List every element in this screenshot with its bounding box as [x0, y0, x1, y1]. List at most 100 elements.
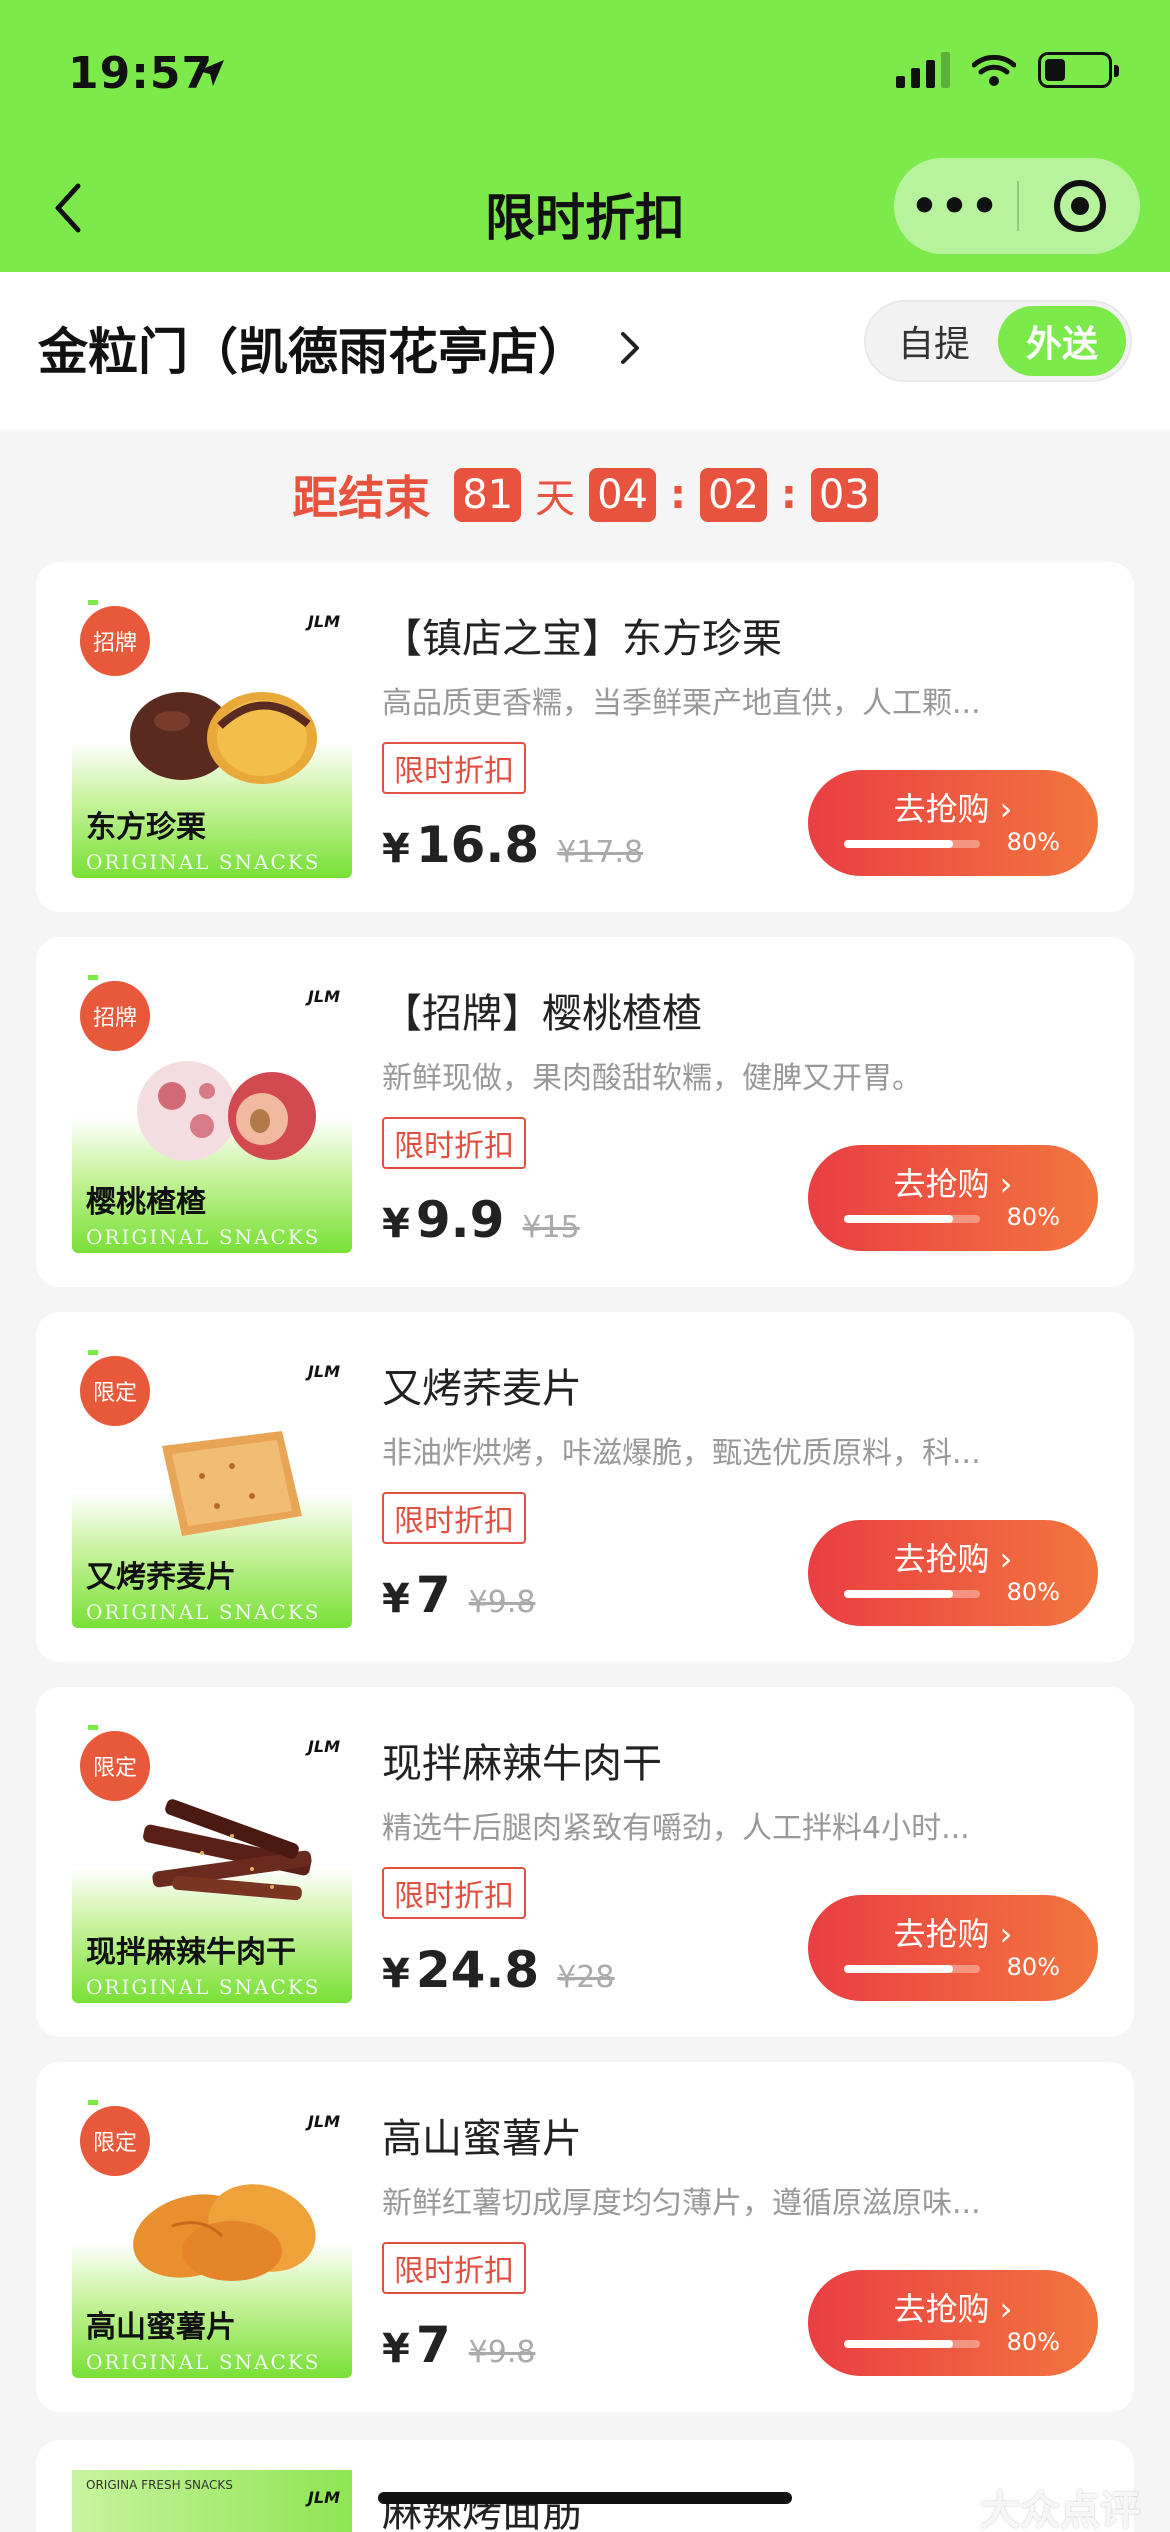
- delivery-option[interactable]: 外送: [998, 306, 1126, 376]
- buy-button-label: 去抢购 ›: [893, 1915, 1013, 1953]
- product-card[interactable]: 限定 JLM 高山蜜薯片 ORIGINAL SNACKS 高山蜜薯片 新鲜红薯切…: [36, 2062, 1134, 2412]
- countdown-separator: :: [670, 472, 686, 518]
- location-arrow-icon: [198, 60, 224, 86]
- buy-now-button[interactable]: 去抢购 › 80%: [808, 1520, 1098, 1626]
- product-card[interactable]: 招牌 JLM 樱桃楂楂 ORIGINAL SNACKS 【招牌】樱桃楂楂 新鲜现…: [36, 937, 1134, 1287]
- status-time: 19:57: [68, 48, 214, 99]
- target-icon[interactable]: [1019, 178, 1140, 234]
- product-description: 新鲜现做，果肉酸甜软糯，健脾又开胃。: [382, 1061, 922, 1096]
- buy-button-label: 去抢购 ›: [893, 1165, 1013, 1203]
- discount-tag: 限时折扣: [382, 742, 526, 794]
- product-thumbnail: 招牌 JLM 樱桃楂楂 ORIGINAL SNACKS: [72, 971, 352, 1253]
- brand-logo: JLM: [307, 2488, 340, 2507]
- currency-symbol: ¥: [382, 826, 410, 872]
- product-card[interactable]: 招牌 JLM 东方珍栗 ORIGINAL SNACKS 【镇店之宝】东方珍栗 高…: [36, 562, 1134, 912]
- sweet-potato-chips-image: [133, 2184, 316, 2281]
- stock-progress-label: 80%: [1006, 1578, 1060, 1606]
- discount-tag: 限时折扣: [382, 1492, 526, 1544]
- currency-symbol: ¥: [382, 1576, 410, 1622]
- original-price: ¥28: [557, 1960, 615, 1995]
- countdown-separator: :: [780, 472, 797, 518]
- stock-progress-bar: [844, 1965, 980, 1973]
- buy-now-button[interactable]: 去抢购 › 80%: [808, 1145, 1098, 1251]
- currency-symbol: ¥: [382, 1951, 410, 1997]
- countdown-label: 距结束: [292, 471, 431, 525]
- original-price: ¥17.8: [557, 835, 644, 870]
- sale-price: 16.8: [415, 816, 540, 874]
- currency-symbol: ¥: [382, 2326, 410, 2372]
- countdown-hours: 04: [589, 468, 656, 522]
- product-title: 麻辣烤面筋: [382, 2490, 582, 2532]
- thumb-subtitle: ORIGINAL SNACKS: [86, 2350, 321, 2374]
- watermark: 大众点评: [980, 2488, 1140, 2532]
- buy-now-button[interactable]: 去抢购 › 80%: [808, 2270, 1098, 2376]
- product-title: 现拌麻辣牛肉干: [382, 1741, 662, 1787]
- discount-tag: 限时折扣: [382, 2242, 526, 2294]
- brand-logo: JLM: [307, 1362, 340, 1381]
- status-icons: [896, 52, 1119, 88]
- product-description: 精选牛后腿肉紧致有嚼劲，人工拌料4小时...: [382, 1811, 970, 1846]
- discount-tag: 限时折扣: [382, 1117, 526, 1169]
- sale-price: 24.8: [415, 1941, 540, 1999]
- wifi-icon: [972, 54, 1016, 86]
- thumb-subtitle: ORIGINAL SNACKS: [86, 1225, 321, 1249]
- buy-now-button[interactable]: 去抢购 › 80%: [808, 770, 1098, 876]
- stock-progress-bar: [844, 840, 980, 848]
- stock-progress-bar: [844, 1590, 980, 1598]
- hawthorn-image: [137, 1061, 316, 1161]
- brand-logo: JLM: [307, 2112, 340, 2131]
- product-description: 高品质更香糯，当季鲜栗产地直供，人工颗...: [382, 686, 981, 721]
- sale-price: 7: [415, 2316, 451, 2374]
- chestnut-image: [130, 692, 317, 784]
- currency-symbol: ¥: [382, 1201, 410, 1247]
- buy-button-label: 去抢购 ›: [893, 2290, 1013, 2328]
- thumb-product-name: 樱桃楂楂: [86, 1185, 206, 1220]
- thumb-subtitle: ORIGINAL SNACKS: [86, 850, 321, 874]
- stock-progress-label: 80%: [1006, 828, 1060, 856]
- stock-progress-bar: [844, 2340, 980, 2348]
- brand-logo: JLM: [307, 1737, 340, 1756]
- product-card[interactable]: 限定 JLM 现拌麻辣牛肉干 ORIGINAL SNACKS 现拌麻辣牛肉干 精…: [36, 1687, 1134, 2037]
- product-description: 新鲜红薯切成厚度均匀薄片，遵循原滋原味...: [382, 2186, 981, 2221]
- more-dots-icon[interactable]: •••: [894, 181, 1017, 232]
- stock-progress-label: 80%: [1006, 2328, 1060, 2356]
- product-thumbnail: 限定 JLM 高山蜜薯片 ORIGINAL SNACKS: [72, 2096, 352, 2378]
- sale-price: 7: [415, 1566, 451, 1624]
- product-description: 非油炸烘烤，咔滋爆脆，甄选优质原料，科...: [382, 1436, 981, 1471]
- thumb-product-name: 东方珍栗: [86, 810, 206, 845]
- buy-now-button[interactable]: 去抢购 › 80%: [808, 1895, 1098, 2001]
- pickup-option[interactable]: 自提: [870, 306, 998, 376]
- countdown-days: 81: [454, 468, 522, 522]
- buy-button-label: 去抢购 ›: [893, 1540, 1013, 1578]
- cellular-signal-icon: [896, 52, 950, 88]
- product-title: 又烤荞麦片: [382, 1366, 582, 1412]
- store-selector[interactable]: 金粒门（凯德雨花亭店）: [38, 312, 642, 384]
- thumb-subtitle: ORIGINAL SNACKS: [86, 1600, 321, 1624]
- thumb-product-name: 现拌麻辣牛肉干: [86, 1935, 296, 1970]
- chevron-right-icon: [621, 332, 639, 364]
- product-title: 【镇店之宝】东方珍栗: [382, 616, 782, 662]
- discount-tag: 限时折扣: [382, 1867, 526, 1919]
- thumb-product-name: 又烤荞麦片: [86, 1560, 236, 1595]
- product-title: 【招牌】樱桃楂楂: [382, 991, 702, 1037]
- home-indicator[interactable]: [378, 2492, 792, 2504]
- original-price: ¥15: [522, 1210, 580, 1245]
- stock-progress-label: 80%: [1006, 1203, 1060, 1231]
- product-card-partial[interactable]: ORIGINA FRESH SNACKS JLM 麻辣烤面筋: [36, 2440, 1134, 2532]
- mini-program-capsule: •••: [894, 158, 1140, 254]
- countdown-timer: 距结束 81 天 04 : 02 : 03: [0, 462, 1170, 528]
- buckwheat-cracker-image: [162, 1431, 302, 1536]
- thumb-product-name: 高山蜜薯片: [86, 2310, 236, 2345]
- store-name: 金粒门（凯德雨花亭店）: [38, 323, 588, 381]
- product-thumbnail: 招牌 JLM 东方珍栗 ORIGINAL SNACKS: [72, 596, 352, 878]
- store-bar: 金粒门（凯德雨花亭店） 自提 外送: [0, 272, 1170, 430]
- brand-logo: JLM: [307, 987, 340, 1006]
- sale-price: 9.9: [415, 1191, 505, 1249]
- product-card[interactable]: 限定 JLM 又烤荞麦片 ORIGINAL SNACKS 又烤荞麦片 非油炸烘烤…: [36, 1312, 1134, 1662]
- product-thumbnail: 限定 JLM 现拌麻辣牛肉干 ORIGINAL SNACKS: [72, 1721, 352, 2003]
- thumb-subtitle: ORIGINA FRESH SNACKS: [86, 2478, 233, 2492]
- product-thumbnail: 限定 JLM 又烤荞麦片 ORIGINAL SNACKS: [72, 1346, 352, 1628]
- countdown-day-unit: 天: [535, 476, 576, 522]
- stock-progress-bar: [844, 1215, 980, 1223]
- top-bar: 19:57 限时折扣 •••: [0, 0, 1170, 272]
